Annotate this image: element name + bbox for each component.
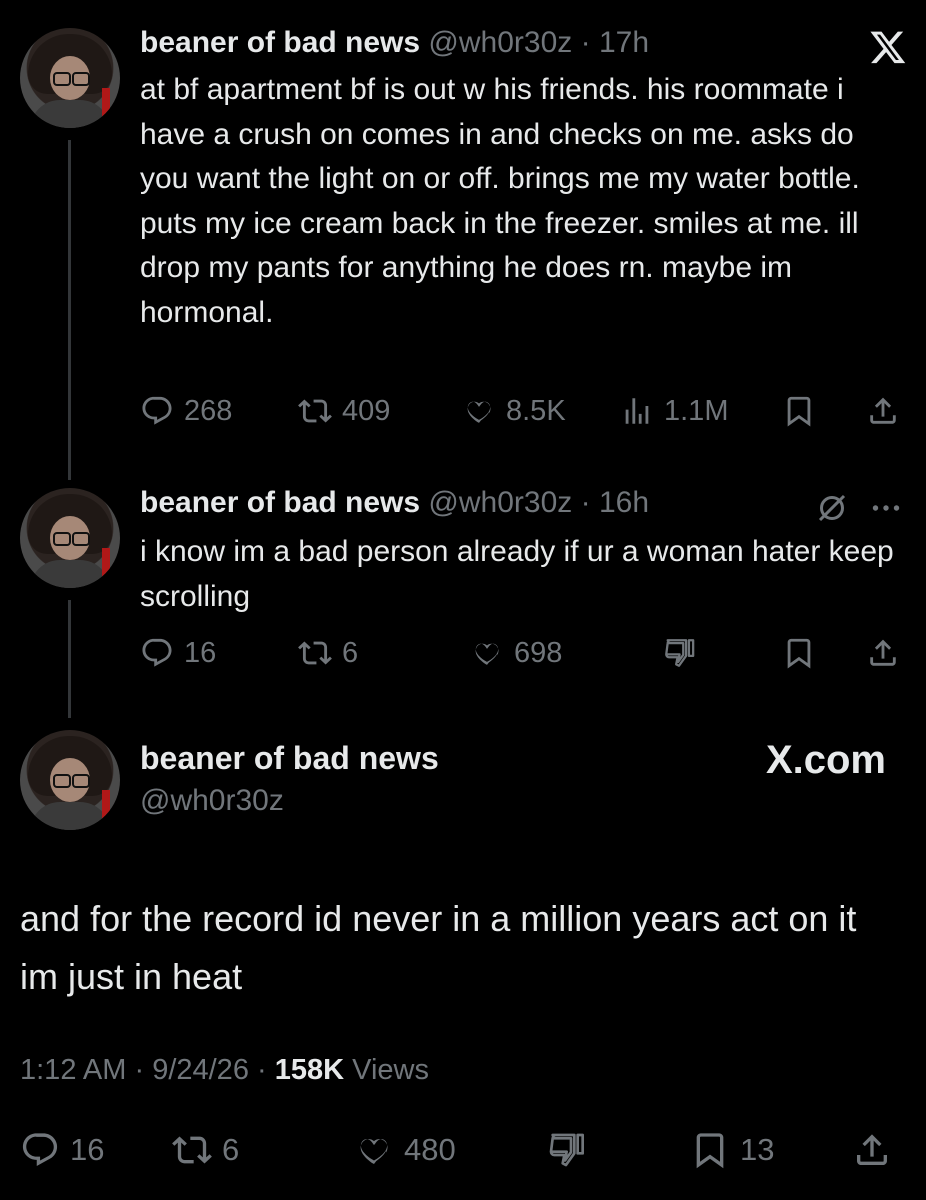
reply-count: 16 bbox=[70, 1132, 105, 1167]
tweet-actions: 16 6 698 bbox=[140, 636, 906, 676]
dislike-button[interactable] bbox=[662, 636, 696, 670]
display-name[interactable]: beaner of bad news bbox=[140, 740, 439, 777]
heart-icon bbox=[467, 401, 491, 423]
views-count: 1.1M bbox=[664, 394, 729, 427]
tweet-text: i know im a bad person already if ur a w… bbox=[140, 535, 894, 613]
bookmark-icon bbox=[696, 1133, 724, 1169]
handle[interactable]: @wh0r30z bbox=[428, 486, 572, 519]
views-button[interactable]: 1.1M bbox=[620, 394, 728, 428]
bookmark-icon bbox=[787, 396, 811, 427]
timestamp[interactable]: 17h bbox=[599, 26, 649, 59]
repost-count: 409 bbox=[342, 394, 391, 427]
bookmark-button[interactable] bbox=[782, 394, 816, 428]
bookmark-button[interactable] bbox=[782, 636, 816, 670]
avatar[interactable] bbox=[20, 488, 120, 588]
views-label: Views bbox=[352, 1054, 429, 1086]
like-button[interactable]: 698 bbox=[470, 636, 562, 670]
xcom-brand[interactable]: X.com bbox=[766, 738, 886, 783]
handle[interactable]: @wh0r30z bbox=[140, 784, 284, 818]
dislike-button[interactable] bbox=[546, 1130, 586, 1170]
reply-icon bbox=[142, 396, 172, 425]
thumbs-down-icon bbox=[549, 1133, 584, 1167]
like-count: 8.5K bbox=[506, 394, 566, 427]
repost-count: 6 bbox=[222, 1132, 240, 1167]
tweet-text: at bf apartment bf is out w his friends.… bbox=[140, 73, 860, 329]
heart-icon bbox=[360, 1139, 388, 1164]
share-button[interactable] bbox=[866, 394, 900, 428]
views-icon bbox=[625, 398, 649, 424]
repost-icon bbox=[298, 399, 332, 423]
repost-icon bbox=[172, 1136, 212, 1164]
tweet-date[interactable]: 9/24/26 bbox=[152, 1054, 249, 1086]
tweet-header: beaner of bad news @wh0r30z · 17h bbox=[140, 26, 650, 59]
reply-count: 16 bbox=[184, 636, 217, 669]
reply-icon bbox=[142, 638, 172, 667]
reply-icon bbox=[22, 1133, 58, 1166]
thumbs-down-icon bbox=[665, 639, 695, 667]
thread-line bbox=[68, 140, 71, 480]
handle[interactable]: @wh0r30z bbox=[428, 26, 572, 59]
share-button[interactable] bbox=[852, 1130, 892, 1170]
share-icon bbox=[857, 1134, 887, 1165]
heart-icon bbox=[475, 643, 499, 665]
reply-button[interactable]: 16 bbox=[20, 1130, 104, 1170]
display-name[interactable]: beaner of bad news bbox=[140, 26, 420, 59]
repost-button[interactable]: 409 bbox=[298, 394, 390, 428]
like-count: 698 bbox=[514, 636, 563, 669]
tweet-timestamp: 1:12 AM · 9/24/26 · 158K Views bbox=[20, 1054, 429, 1086]
repost-button[interactable]: 6 bbox=[298, 636, 358, 670]
tweet-actions: 16 6 480 13 bbox=[20, 1130, 906, 1174]
avatar[interactable] bbox=[20, 28, 120, 128]
thread-line bbox=[68, 600, 71, 718]
like-count: 480 bbox=[404, 1132, 456, 1167]
share-icon bbox=[870, 397, 896, 424]
like-button[interactable]: 480 bbox=[354, 1130, 456, 1170]
tweet-actions: 268 409 8.5K 1.1M bbox=[140, 394, 906, 434]
share-button[interactable] bbox=[866, 636, 900, 670]
reply-count: 268 bbox=[184, 394, 233, 427]
grok-icon[interactable] bbox=[814, 490, 850, 526]
bookmark-button[interactable]: 13 bbox=[690, 1130, 774, 1170]
bookmark-count: 13 bbox=[740, 1132, 775, 1167]
share-icon bbox=[870, 639, 896, 666]
avatar[interactable] bbox=[20, 730, 120, 830]
display-name[interactable]: beaner of bad news bbox=[140, 486, 420, 519]
repost-icon bbox=[298, 641, 332, 665]
more-options-icon[interactable] bbox=[868, 494, 904, 522]
repost-button[interactable]: 6 bbox=[172, 1130, 239, 1170]
repost-count: 6 bbox=[342, 636, 359, 669]
x-close-icon[interactable] bbox=[868, 28, 908, 66]
bookmark-icon bbox=[787, 638, 811, 669]
tweet-header: beaner of bad news @wh0r30z · 16h bbox=[140, 486, 650, 519]
x-logo-text: X.com bbox=[765, 738, 886, 782]
reply-button[interactable]: 16 bbox=[140, 636, 216, 670]
views-count: 158K bbox=[274, 1054, 345, 1086]
timestamp[interactable]: 16h bbox=[599, 486, 649, 519]
tweet-text: and for the record id never in a million… bbox=[20, 898, 857, 997]
reply-button[interactable]: 268 bbox=[140, 394, 232, 428]
tweet-time[interactable]: 1:12 AM bbox=[20, 1054, 126, 1086]
like-button[interactable]: 8.5K bbox=[462, 394, 566, 428]
